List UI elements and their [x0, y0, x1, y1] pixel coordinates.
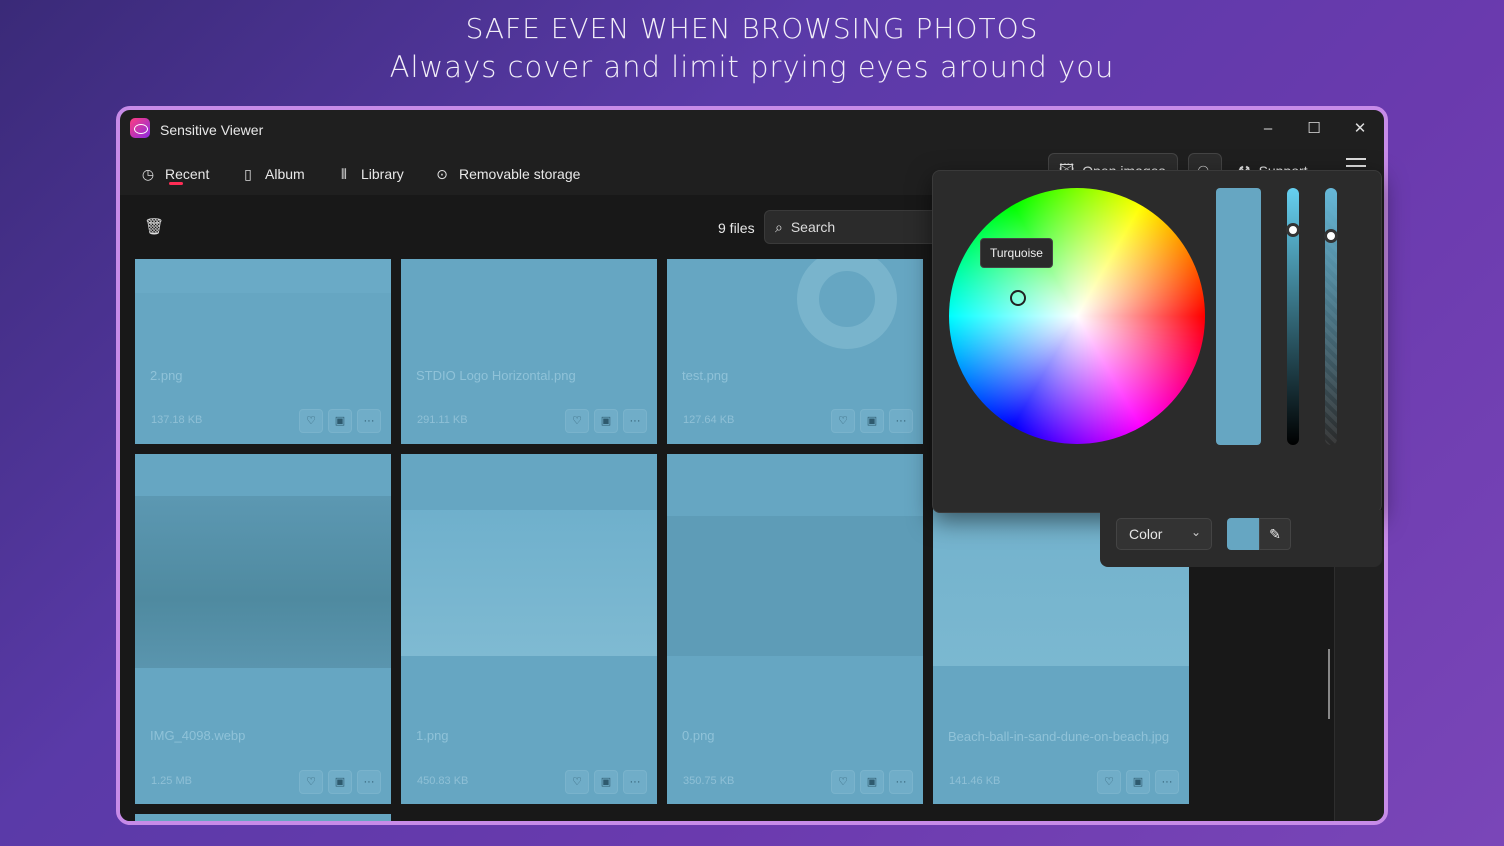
maximize-button[interactable]: ☐ [1294, 116, 1334, 142]
file-name: 1.png [416, 728, 449, 743]
file-name: 2.png [150, 368, 183, 383]
tab-removable-storage[interactable]: ⊙ Removable storage [434, 162, 580, 186]
more-icon[interactable]: ··· [1155, 770, 1179, 794]
color-picker: Turquoise [932, 170, 1382, 513]
file-card[interactable]: IMG_4098.webp 1.25 MB ♡ ▣ ··· [135, 454, 391, 804]
scrollbar-thumb[interactable] [1328, 649, 1330, 719]
cover-options-panel: Color ⌄ ✎ [1100, 510, 1382, 567]
clock-icon: ◷ [141, 166, 155, 182]
promo-headline: SAFE EVEN WHEN BROWSING PHOTOS [465, 12, 1039, 45]
set-wallpaper-icon[interactable]: ▣ [860, 770, 884, 794]
file-count: 9 files [718, 220, 755, 236]
favorite-icon[interactable]: ♡ [1097, 770, 1121, 794]
file-size: 137.18 KB [151, 414, 203, 426]
cover-mode-select[interactable]: Color ⌄ [1116, 518, 1212, 550]
search-placeholder: Search [790, 219, 836, 235]
color-wheel-handle[interactable] [1010, 290, 1026, 306]
file-size: 350.75 KB [683, 775, 735, 787]
tab-library-label: Library [361, 166, 404, 182]
delete-icon[interactable]: 🗑 [144, 217, 164, 237]
thumbnail [135, 496, 391, 668]
gear-icon [797, 259, 897, 349]
file-size: 1.25 MB [151, 775, 192, 787]
active-tab-indicator [169, 182, 183, 185]
more-icon[interactable]: ··· [889, 409, 913, 433]
more-icon[interactable]: ··· [623, 770, 647, 794]
tab-album[interactable]: ▯ Album [240, 162, 305, 186]
favorite-icon[interactable]: ♡ [831, 770, 855, 794]
favorite-icon[interactable]: ♡ [299, 770, 323, 794]
favorite-icon[interactable]: ♡ [565, 770, 589, 794]
set-wallpaper-icon[interactable]: ▣ [1126, 770, 1150, 794]
app-title: Sensitive Viewer [160, 122, 264, 138]
file-card[interactable]: 2.png 137.18 KB ♡ ▣ ··· [135, 259, 391, 444]
more-icon[interactable]: ··· [357, 409, 381, 433]
tab-album-label: Album [265, 166, 305, 182]
file-name: Beach-ball-in-sand-dune-on-beach.jpg [948, 729, 1170, 744]
set-wallpaper-icon[interactable]: ▣ [594, 770, 618, 794]
selected-color-swatch[interactable] [1227, 518, 1259, 550]
album-icon: ▯ [244, 166, 252, 182]
file-card[interactable]: 0.png 350.75 KB ♡ ▣ ··· [667, 454, 923, 804]
library-icon: ⫴ [341, 166, 347, 182]
tab-removable-storage-label: Removable storage [459, 166, 581, 182]
file-card[interactable]: STDIO Logo Horizontal.png 291.11 KB ♡ ▣ … [401, 259, 657, 444]
tab-recent-label: Recent [165, 166, 210, 182]
file-size: 291.11 KB [417, 414, 468, 426]
thumbnail [401, 510, 657, 656]
color-tooltip: Turquoise [980, 238, 1053, 268]
promo-tagline: Always cover and limit prying eyes aroun… [389, 50, 1115, 84]
file-name: IMG_4098.webp [150, 728, 246, 743]
file-name: 0.png [682, 728, 715, 743]
chevron-down-icon: ⌄ [1190, 525, 1201, 539]
cover-mode-label: Color [1129, 526, 1163, 542]
set-wallpaper-icon[interactable]: ▣ [328, 770, 352, 794]
search-icon: ⌕ [775, 218, 783, 235]
app-logo-icon [130, 118, 150, 138]
file-card[interactable] [135, 814, 391, 821]
minimize-button[interactable]: – [1248, 116, 1288, 142]
thumbnail [667, 516, 923, 656]
alpha-slider-knob[interactable] [1324, 229, 1338, 243]
alpha-slider[interactable] [1325, 188, 1337, 445]
value-slider-knob[interactable] [1286, 223, 1300, 237]
set-wallpaper-icon[interactable]: ▣ [860, 409, 884, 433]
file-size: 141.46 KB [949, 775, 1001, 787]
file-card[interactable]: test.png 127.64 KB ♡ ▣ ··· [667, 259, 923, 444]
more-icon[interactable]: ··· [357, 770, 381, 794]
tab-library[interactable]: ⫴ Library [336, 162, 404, 186]
color-wheel[interactable] [949, 188, 1205, 444]
file-card[interactable]: 1.png 450.83 KB ♡ ▣ ··· [401, 454, 657, 804]
file-size: 127.64 KB [683, 414, 735, 426]
file-size: 450.83 KB [417, 775, 469, 787]
favorite-icon[interactable]: ♡ [299, 409, 323, 433]
thumbnail [135, 259, 391, 293]
more-icon[interactable]: ··· [889, 770, 913, 794]
close-button[interactable]: ✕ [1340, 116, 1380, 142]
file-name: STDIO Logo Horizontal.png [416, 368, 576, 383]
drive-icon: ⊙ [436, 166, 448, 182]
color-preview [1216, 188, 1261, 445]
file-name: test.png [682, 368, 729, 383]
more-icon[interactable]: ··· [623, 409, 647, 433]
brush-icon[interactable]: ✎ [1259, 518, 1291, 550]
set-wallpaper-icon[interactable]: ▣ [594, 409, 618, 433]
favorite-icon[interactable]: ♡ [831, 409, 855, 433]
favorite-icon[interactable]: ♡ [565, 409, 589, 433]
title-bar[interactable]: Sensitive Viewer – ☐ ✕ [120, 110, 1384, 148]
set-wallpaper-icon[interactable]: ▣ [328, 409, 352, 433]
